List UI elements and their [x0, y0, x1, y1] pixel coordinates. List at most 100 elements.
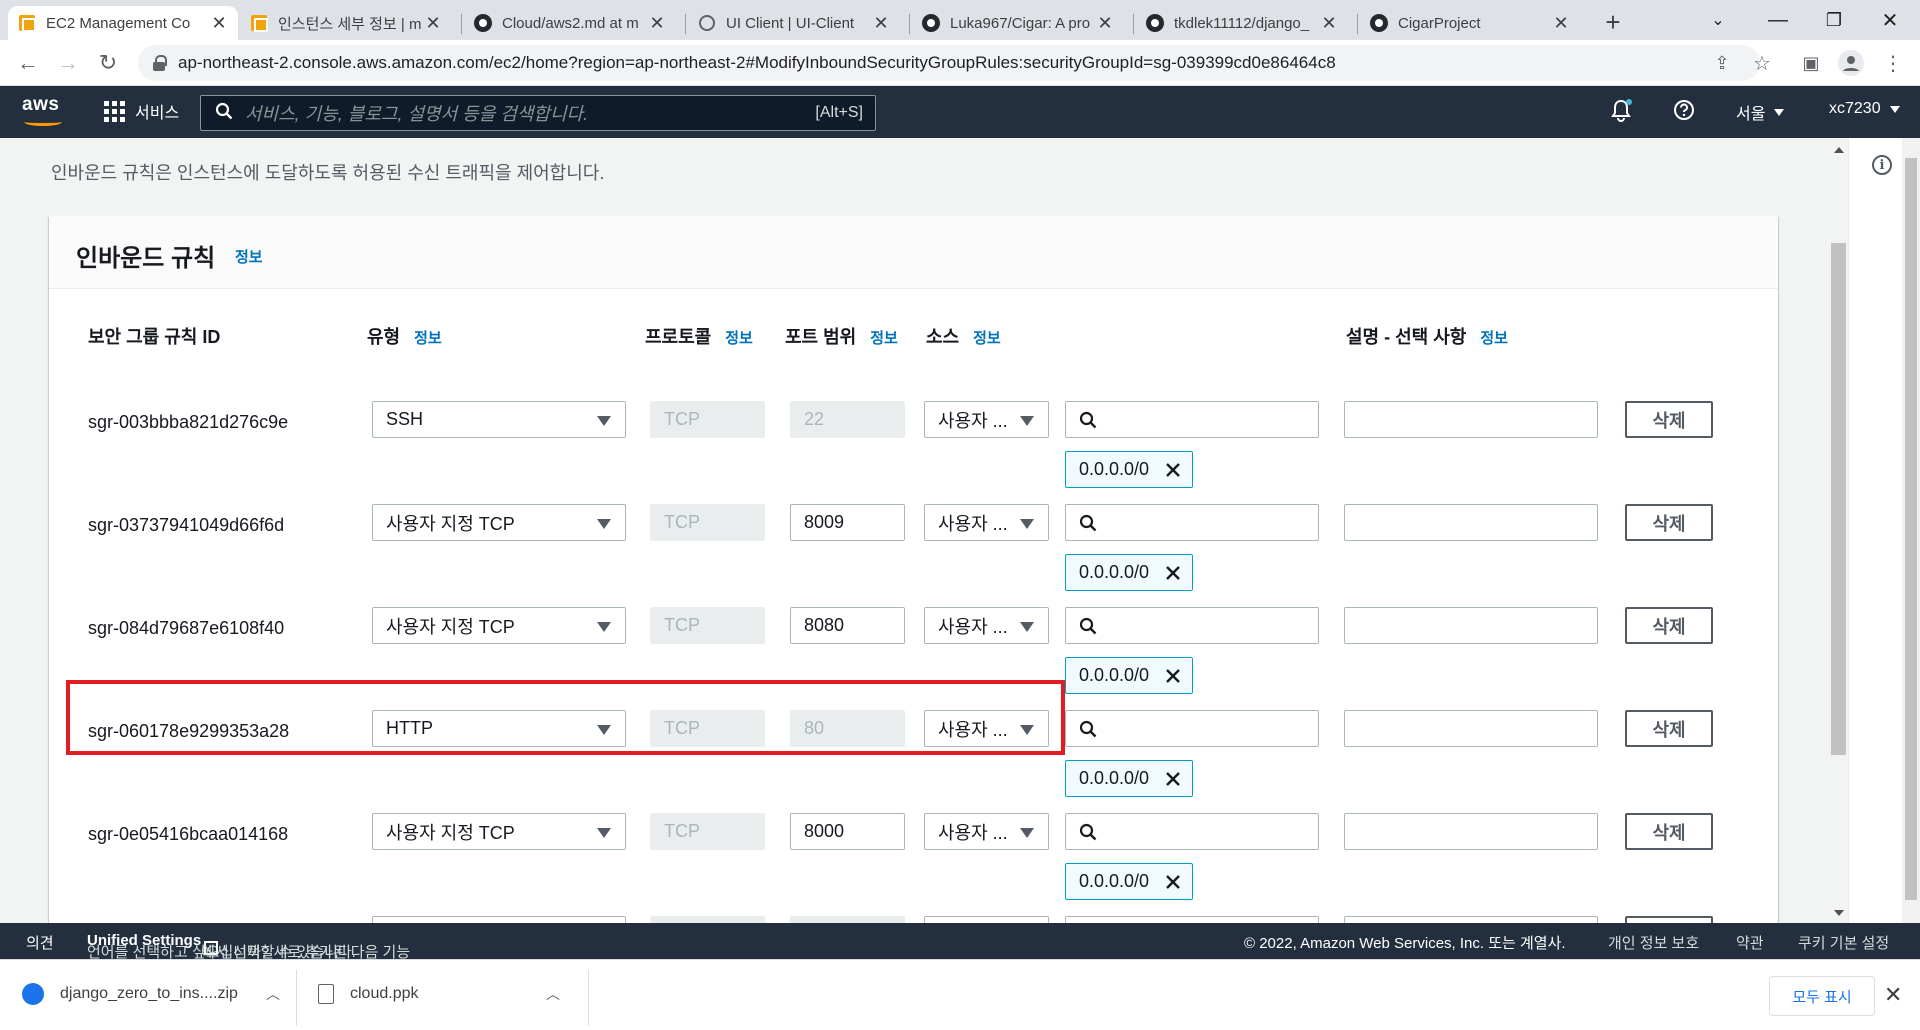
- profile-avatar-icon[interactable]: [1838, 50, 1864, 76]
- source-select[interactable]: 사용자 ...: [924, 607, 1049, 644]
- restore-button[interactable]: ❐: [1806, 0, 1862, 40]
- remove-x-icon[interactable]: [1164, 667, 1182, 685]
- minimize-button[interactable]: —: [1750, 0, 1806, 40]
- source-select[interactable]: 사용자 ...: [924, 916, 1049, 923]
- tab-search-icon[interactable]: ⌄: [1690, 0, 1746, 40]
- lock-icon[interactable]: [152, 55, 167, 71]
- port-range-input[interactable]: 8009: [790, 504, 905, 541]
- close-icon[interactable]: ✕: [1096, 13, 1114, 34]
- menu-kebab-icon[interactable]: ⋮: [1880, 50, 1906, 76]
- download-item[interactable]: cloud.ppk ︿: [318, 972, 560, 1016]
- feedback-link[interactable]: 의견: [26, 932, 54, 953]
- window-close-button[interactable]: ✕: [1862, 0, 1918, 40]
- notifications-bell-icon[interactable]: [1610, 99, 1632, 123]
- cidr-search-input[interactable]: [1065, 504, 1319, 541]
- column-label: 소스: [926, 327, 960, 347]
- cidr-search-input[interactable]: [1065, 813, 1319, 850]
- browser-tab[interactable]: EC2 Management Co ✕: [8, 6, 238, 40]
- chevron-up-icon[interactable]: ︿: [266, 984, 280, 1004]
- type-select[interactable]: MYSQL/Aurora: [372, 916, 626, 923]
- download-item[interactable]: django_zero_to_ins....zip ︿: [22, 972, 280, 1016]
- bookmark-star-icon[interactable]: ☆: [1749, 50, 1775, 76]
- close-icon[interactable]: ✕: [1320, 13, 1338, 34]
- region-selector[interactable]: 서울: [1736, 100, 1785, 124]
- remove-x-icon[interactable]: [1164, 461, 1182, 479]
- description-input[interactable]: [1344, 401, 1598, 438]
- browser-tab[interactable]: tkdlek11112/django_ ✕: [1136, 6, 1348, 40]
- chevron-up-icon[interactable]: ︿: [546, 984, 560, 1004]
- remove-x-icon[interactable]: [1164, 564, 1182, 582]
- reload-icon[interactable]: ↻: [92, 47, 124, 79]
- scroll-down-arrow-icon[interactable]: [1834, 910, 1844, 916]
- scroll-up-arrow-icon[interactable]: [1834, 147, 1844, 153]
- remove-x-icon[interactable]: [1164, 770, 1182, 788]
- source-select[interactable]: 사용자 ...: [924, 401, 1049, 438]
- browser-tab[interactable]: UI Client | UI-Client ✕: [688, 6, 900, 40]
- browser-tab[interactable]: 인스턴스 세부 정보 | m ✕: [240, 6, 452, 40]
- source-select[interactable]: 사용자 ...: [924, 504, 1049, 541]
- info-icon[interactable]: i: [1872, 155, 1892, 175]
- cidr-search-input[interactable]: [1065, 401, 1319, 438]
- description-input[interactable]: [1344, 710, 1598, 747]
- port-range-input: 3306: [790, 916, 905, 923]
- type-select[interactable]: 사용자 지정 TCP: [372, 813, 626, 850]
- description-input[interactable]: [1344, 504, 1598, 541]
- side-panel-icon[interactable]: ▣: [1798, 50, 1824, 76]
- type-value: SSH: [386, 409, 424, 429]
- aws-logo[interactable]: aws: [22, 94, 64, 128]
- help-icon[interactable]: [1673, 99, 1695, 121]
- delete-button[interactable]: 삭제: [1625, 607, 1713, 644]
- forward-icon[interactable]: →: [52, 47, 84, 79]
- download-filename: django_zero_to_ins....zip: [60, 985, 238, 1002]
- new-tab-button[interactable]: +: [1597, 6, 1629, 38]
- delete-button[interactable]: 삭제: [1625, 813, 1713, 850]
- protocol-field: TCP: [650, 813, 765, 850]
- type-select[interactable]: SSH: [372, 401, 626, 438]
- info-link[interactable]: 정보: [1480, 330, 1508, 347]
- account-menu[interactable]: xc7230: [1829, 100, 1900, 118]
- port-range-input[interactable]: 8000: [790, 813, 905, 850]
- close-icon[interactable]: ✕: [648, 13, 666, 34]
- cookie-preferences-link[interactable]: 쿠키 기본 설정: [1798, 932, 1889, 953]
- cidr-search-input[interactable]: [1065, 710, 1319, 747]
- cidr-token: 0.0.0.0/0: [1065, 451, 1193, 488]
- description-input[interactable]: [1344, 813, 1598, 850]
- type-select[interactable]: 사용자 지정 TCP: [372, 504, 626, 541]
- description-input[interactable]: [1344, 607, 1598, 644]
- info-link[interactable]: 정보: [973, 330, 1001, 347]
- side-scroll-thumb[interactable]: [1905, 158, 1917, 900]
- remove-x-icon[interactable]: [1164, 873, 1182, 891]
- delete-button[interactable]: 삭제: [1625, 916, 1713, 923]
- delete-button[interactable]: 삭제: [1625, 504, 1713, 541]
- privacy-link[interactable]: 개인 정보 보호: [1608, 932, 1699, 953]
- services-menu-button[interactable]: 서비스: [104, 99, 179, 123]
- page-scroll-thumb[interactable]: [1831, 243, 1846, 755]
- cidr-search-input[interactable]: [1065, 916, 1319, 923]
- port-range-input[interactable]: 8080: [790, 607, 905, 644]
- info-link[interactable]: 정보: [870, 330, 898, 347]
- info-link[interactable]: 정보: [414, 330, 442, 347]
- info-link[interactable]: 정보: [725, 330, 753, 347]
- address-bar[interactable]: ap-northeast-2.console.aws.amazon.com/ec…: [138, 45, 1760, 81]
- cidr-token: 0.0.0.0/0: [1065, 760, 1193, 797]
- delete-button[interactable]: 삭제: [1625, 401, 1713, 438]
- browser-tab[interactable]: Cloud/aws2.md at m ✕: [464, 6, 676, 40]
- source-select[interactable]: 사용자 ...: [924, 813, 1049, 850]
- share-icon[interactable]: ⇪: [1709, 50, 1735, 76]
- close-icon[interactable]: ✕: [210, 13, 228, 34]
- terms-link[interactable]: 약관: [1736, 932, 1764, 953]
- description-input[interactable]: [1344, 916, 1598, 923]
- browser-tab[interactable]: Luka967/Cigar: A pro ✕: [912, 6, 1124, 40]
- info-link[interactable]: 정보: [235, 246, 263, 267]
- close-icon[interactable]: ✕: [872, 13, 890, 34]
- aws-search-input[interactable]: 서비스, 기능, 블로그, 설명서 등을 검색합니다. [Alt+S]: [200, 95, 876, 131]
- type-select[interactable]: 사용자 지정 TCP: [372, 607, 626, 644]
- close-icon[interactable]: ✕: [424, 13, 442, 34]
- close-icon[interactable]: ✕: [1884, 982, 1902, 1008]
- back-icon[interactable]: ←: [12, 47, 44, 79]
- delete-button[interactable]: 삭제: [1625, 710, 1713, 747]
- browser-tab[interactable]: CigarProject ✕: [1360, 6, 1580, 40]
- show-all-downloads-button[interactable]: 모두 표시: [1769, 976, 1875, 1016]
- cidr-search-input[interactable]: [1065, 607, 1319, 644]
- close-icon[interactable]: ✕: [1552, 13, 1570, 34]
